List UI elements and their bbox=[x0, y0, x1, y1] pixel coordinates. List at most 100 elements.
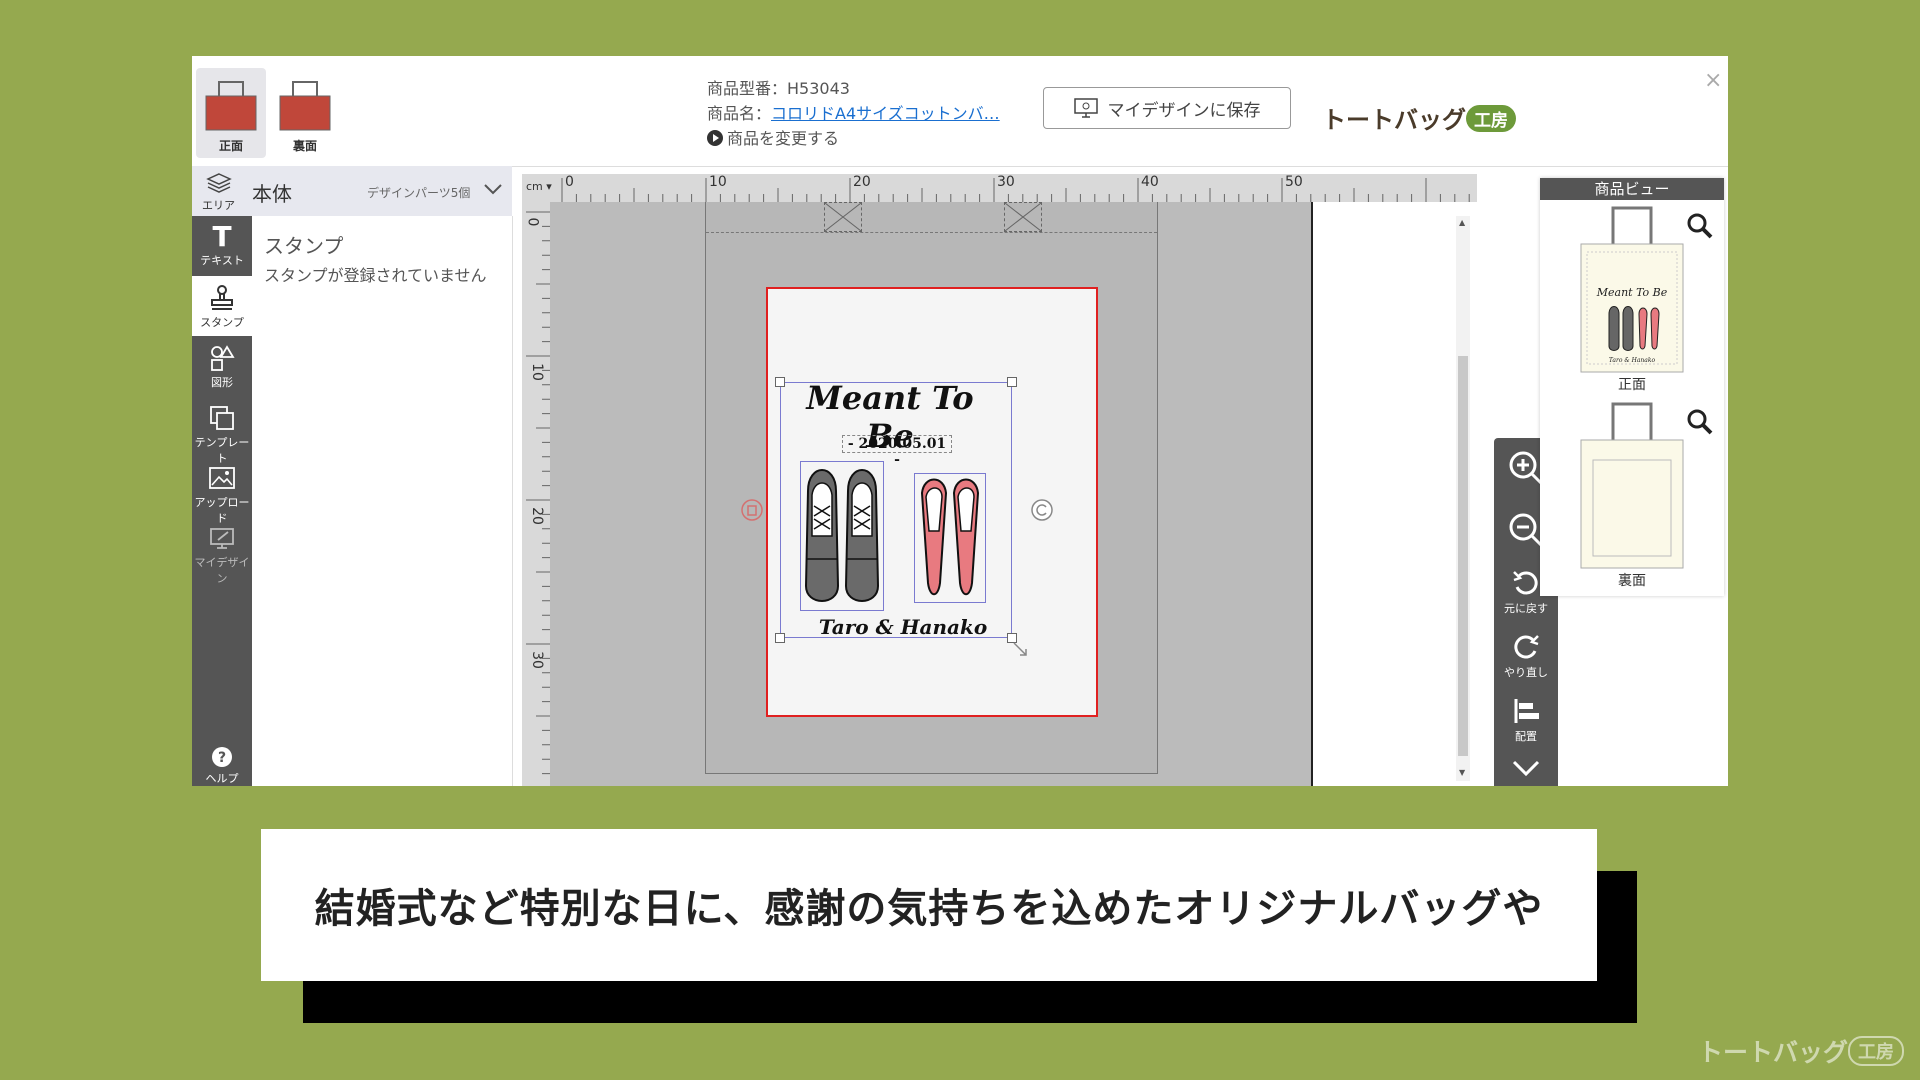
magnify-back-icon[interactable] bbox=[1686, 408, 1714, 436]
ruler-top-tick-label: 40 bbox=[1141, 174, 1159, 190]
help-tool-label: ヘルプ bbox=[205, 772, 239, 785]
close-button[interactable]: × bbox=[1704, 68, 1722, 93]
play-icon bbox=[707, 130, 723, 146]
handle-cross-icon bbox=[1004, 202, 1042, 232]
my-design-icon bbox=[210, 528, 234, 549]
shapes-icon bbox=[211, 345, 235, 371]
layers-icon bbox=[205, 173, 232, 193]
back-side-button[interactable]: 裏面 bbox=[270, 68, 340, 158]
template-icon bbox=[210, 406, 234, 430]
align-button[interactable]: 配置 bbox=[1494, 696, 1558, 744]
preview-names: Taro & Hanako bbox=[1609, 357, 1656, 364]
my-design-tool[interactable]: マイデザイン bbox=[192, 516, 252, 585]
rotate-handle-icon[interactable] bbox=[1030, 498, 1054, 522]
vertical-scrollbar[interactable]: ▲ ▼ bbox=[1456, 216, 1470, 781]
more-tools-button[interactable] bbox=[1494, 756, 1558, 780]
shape-tool-label: 図形 bbox=[211, 376, 233, 389]
ruler-top-tick-label: 30 bbox=[997, 174, 1015, 190]
ruler-left-tick-label: 10 bbox=[528, 363, 545, 381]
ruler-top-tick-label: 50 bbox=[1285, 174, 1303, 190]
design-canvas[interactable]: Meant To Be - 2020.05.01 - Taro & Hanako bbox=[550, 202, 1313, 786]
front-preview-label: 正面 bbox=[1618, 377, 1646, 393]
shape-tool[interactable]: 図形 bbox=[192, 336, 252, 396]
ruler-unit: cm bbox=[526, 180, 543, 193]
stamp-tool[interactable]: スタンプ bbox=[192, 276, 252, 336]
scroll-down-arrow-icon[interactable]: ▼ bbox=[1459, 768, 1465, 777]
area-body-label: 本体 bbox=[252, 182, 292, 206]
stamp-panel-title: スタンプ bbox=[264, 234, 344, 258]
back-bag-preview bbox=[1580, 402, 1684, 569]
handle-marker bbox=[1004, 202, 1042, 232]
ruler-left-tick-label: 0 bbox=[524, 217, 541, 227]
watermark-logo: トートバッグ 工房 bbox=[1698, 1033, 1905, 1069]
front-side-button[interactable]: 正面 bbox=[196, 68, 266, 158]
tool-strip: T テキスト スタンプ 図形 テンプレート アップロード マイデザイン ? ヘル… bbox=[192, 216, 252, 786]
stamp-panel: スタンプ スタンプが登録されていません bbox=[252, 216, 513, 786]
product-view-panel: 商品ビュー Meant To Be Taro & Hanako 正面 裏面 bbox=[1540, 178, 1724, 596]
print-area[interactable]: Meant To Be - 2020.05.01 - Taro & Hanako bbox=[741, 287, 1098, 717]
ruler-unit-dropdown[interactable]: cm ▾ bbox=[526, 180, 552, 193]
brand-logo: トートバッグ 工房 bbox=[1322, 100, 1516, 135]
front-side-label: 正面 bbox=[218, 139, 243, 153]
back-side-label: 裏面 bbox=[292, 139, 317, 153]
scroll-up-arrow-icon[interactable]: ▲ bbox=[1459, 218, 1465, 227]
image-upload-icon bbox=[209, 467, 235, 489]
save-my-design-label: マイデザインに保存 bbox=[1107, 100, 1261, 121]
product-view-title: 商品ビュー bbox=[1540, 178, 1724, 200]
chevron-down-icon[interactable] bbox=[482, 178, 504, 200]
preview-title: Meant To Be bbox=[1596, 286, 1668, 299]
product-name-link[interactable]: コロリドA4サイズコットンバ… bbox=[771, 104, 1000, 123]
bag-front-icon bbox=[205, 81, 257, 131]
save-my-design-button[interactable]: マイデザインに保存 bbox=[1043, 87, 1291, 129]
area-label: エリア bbox=[202, 199, 235, 212]
bag-hem-line bbox=[706, 232, 1157, 233]
my-design-tool-label: マイデザイン bbox=[194, 556, 250, 585]
help-tool[interactable]: ? ヘルプ bbox=[192, 738, 252, 786]
watermark-name: トートバッグ bbox=[1698, 1038, 1849, 1067]
scrollbar-thumb[interactable] bbox=[1458, 356, 1468, 756]
bag-back-icon bbox=[279, 81, 331, 131]
womens-heels-icon[interactable] bbox=[914, 473, 986, 603]
resize-handle[interactable] bbox=[775, 633, 785, 643]
magnify-front-icon[interactable] bbox=[1686, 212, 1714, 240]
area-button[interactable]: エリア bbox=[202, 172, 235, 213]
undo-label: 元に戻す bbox=[1504, 602, 1548, 615]
monitor-icon bbox=[1073, 98, 1098, 118]
front-bag-preview: Meant To Be Taro & Hanako bbox=[1580, 206, 1684, 373]
caption-banner: 結婚式など特別な日に、感謝の気持ちを込めたオリジナルバッグや bbox=[261, 829, 1597, 981]
align-icon bbox=[1514, 699, 1539, 723]
design-parts-count: デザインパーツ5個 bbox=[367, 186, 471, 200]
ruler-left-ticks bbox=[526, 211, 550, 775]
product-name: 商品名：コロリドA4サイズコットンバ… bbox=[707, 101, 1000, 126]
ruler-left-tick-label: 20 bbox=[528, 507, 545, 525]
undo-icon bbox=[1513, 571, 1538, 595]
text-tool-label: テキスト bbox=[200, 254, 244, 267]
svg-text:?: ? bbox=[218, 750, 226, 766]
mens-shoes-icon[interactable] bbox=[800, 461, 884, 611]
delete-handle-icon[interactable] bbox=[741, 499, 763, 521]
redo-label: やり直し bbox=[1504, 666, 1548, 679]
scale-handle-icon[interactable] bbox=[1012, 641, 1028, 657]
redo-icon bbox=[1514, 635, 1539, 659]
stamp-icon bbox=[211, 285, 233, 310]
design-names-text[interactable]: Taro & Hanako bbox=[808, 615, 998, 639]
redo-button[interactable]: やり直し bbox=[1494, 632, 1558, 680]
help-icon: ? bbox=[212, 747, 232, 767]
design-date-text[interactable]: - 2020.05.01 - bbox=[842, 435, 952, 468]
change-product-link[interactable]: 商品を変更する bbox=[707, 126, 1000, 151]
align-label: 配置 bbox=[1515, 730, 1537, 743]
ruler-top-tick-label: 0 bbox=[565, 174, 574, 190]
text-tool[interactable]: T テキスト bbox=[192, 216, 252, 276]
change-product-label: 商品を変更する bbox=[727, 129, 840, 148]
area-selector[interactable]: エリア 本体 デザインパーツ5個 bbox=[192, 166, 512, 216]
stamp-panel-message: スタンプが登録されていません bbox=[264, 266, 487, 285]
brand-name: トートバッグ bbox=[1322, 106, 1466, 134]
template-tool[interactable]: テンプレート bbox=[192, 396, 252, 465]
resize-handle[interactable] bbox=[1007, 377, 1017, 387]
ruler-top-tick-label: 20 bbox=[853, 174, 871, 190]
upload-tool[interactable]: アップロード bbox=[192, 456, 252, 525]
product-name-prefix: 商品名： bbox=[707, 104, 772, 123]
watermark-badge: 工房 bbox=[1848, 1036, 1905, 1066]
brand-badge: 工房 bbox=[1466, 105, 1516, 132]
product-info: 商品型番：H53043 商品名：コロリドA4サイズコットンバ… 商品を変更する bbox=[707, 76, 1000, 151]
